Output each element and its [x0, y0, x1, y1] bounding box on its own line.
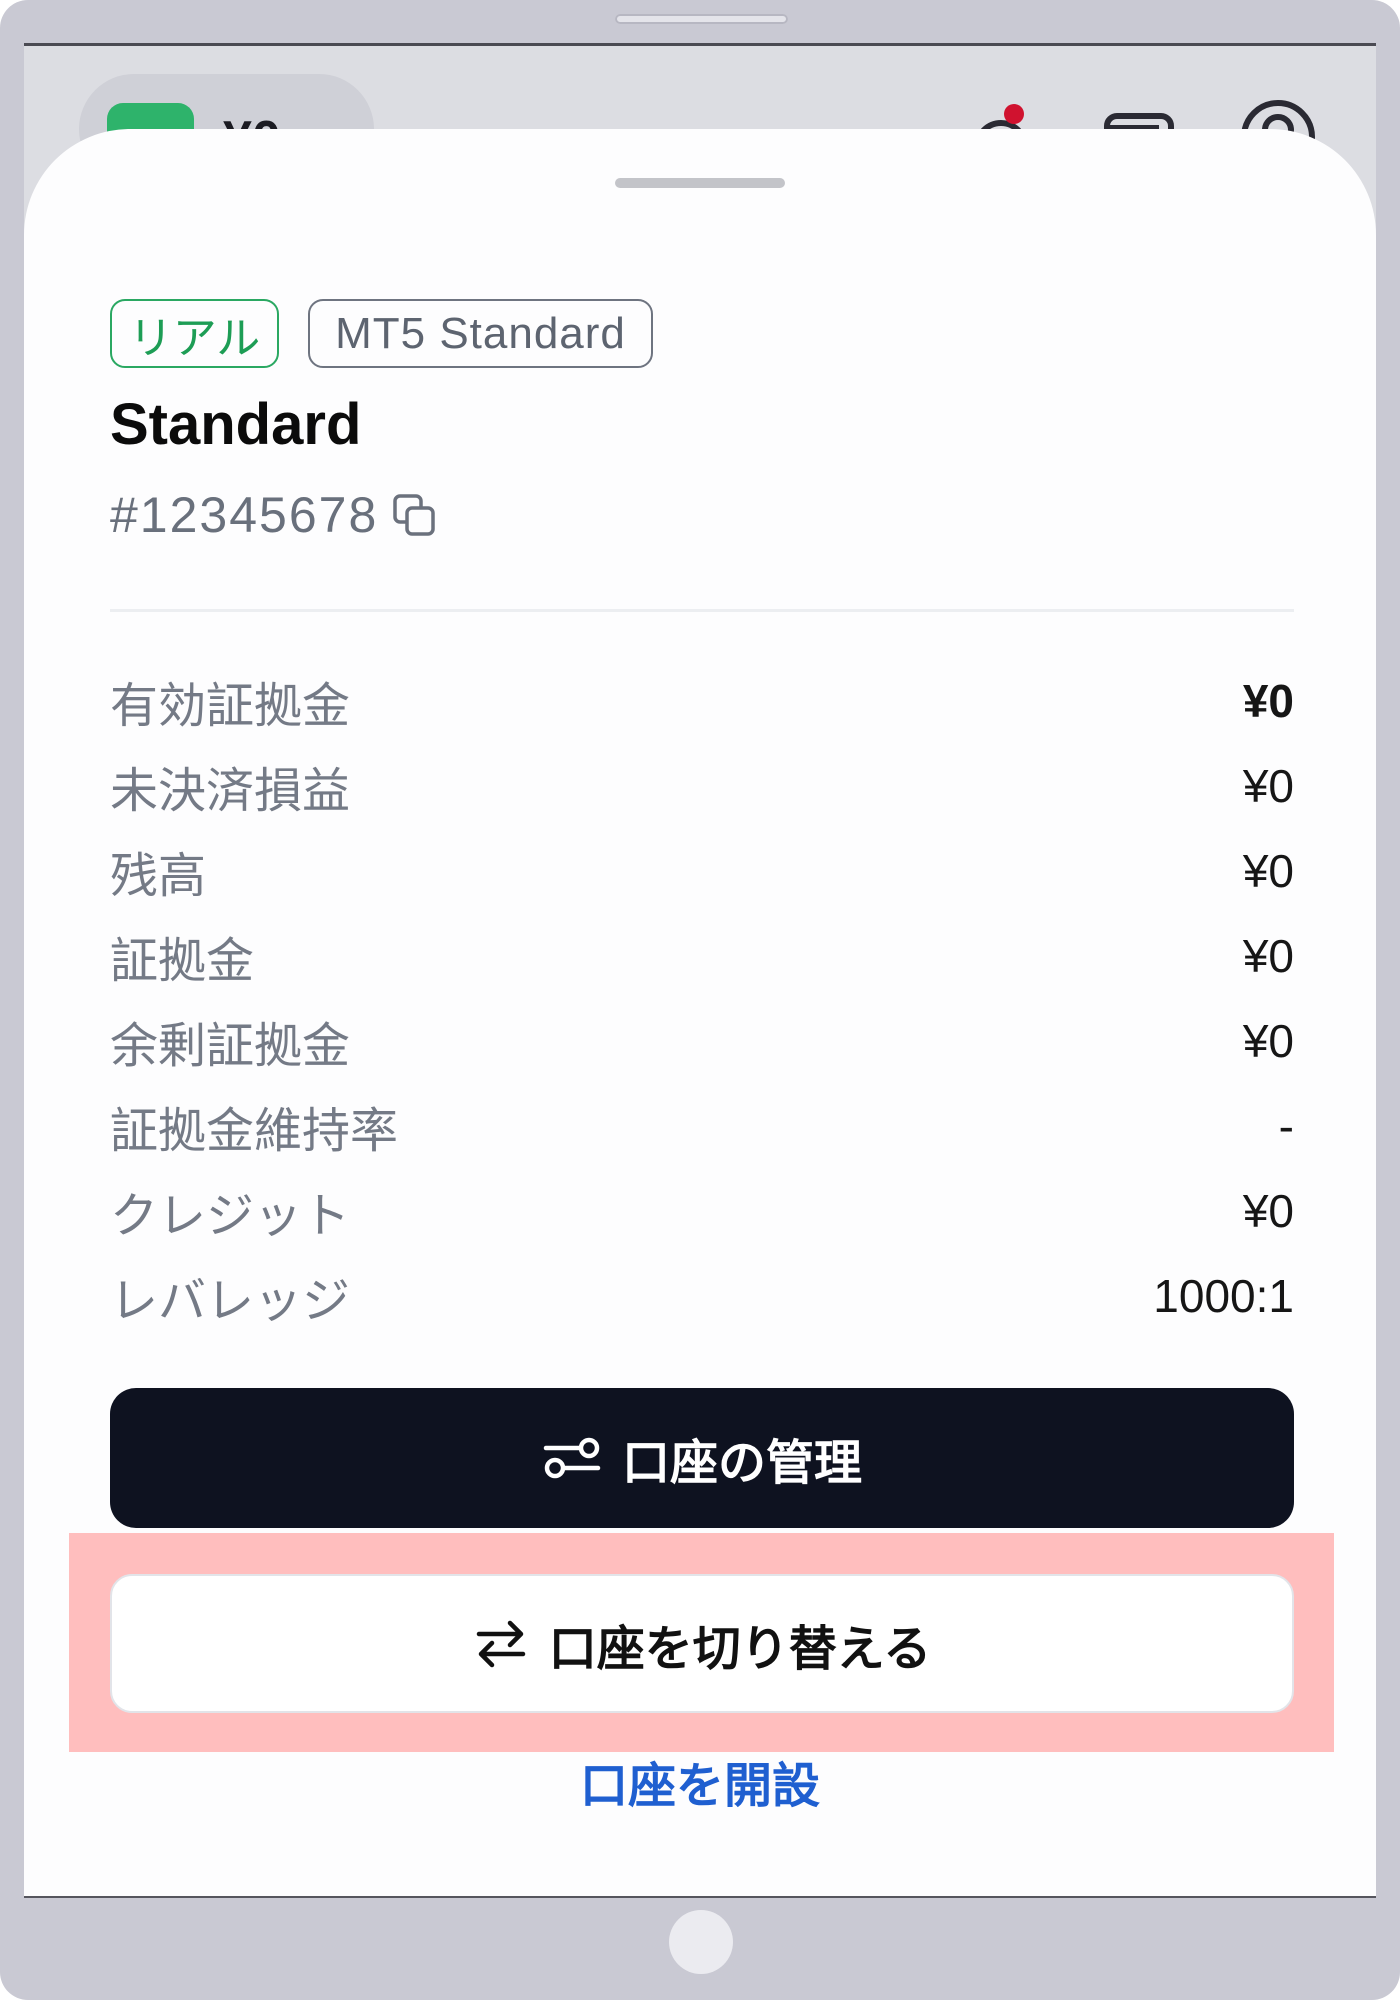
detail-label: 未決済損益 [110, 764, 351, 818]
sliders-icon [543, 1437, 601, 1479]
detail-label: レバレッジ [110, 1274, 351, 1328]
detail-value: ¥0 [1242, 674, 1294, 727]
detail-value: ¥0 [1242, 844, 1294, 897]
detail-value: ¥0 [1242, 759, 1294, 812]
switch-account-button[interactable]: 口座を切り替える [110, 1574, 1294, 1713]
detail-label: 有効証拠金 [110, 679, 351, 733]
sheet-drag-handle[interactable] [615, 178, 785, 188]
detail-row-credit: クレジット ¥0 [110, 1168, 1294, 1253]
account-details-list: 有効証拠金 ¥0 未決済損益 ¥0 残高 ¥0 証拠金 ¥0 余剰証拠金 ¥0 … [110, 658, 1294, 1338]
detail-row-balance: 残高 ¥0 [110, 828, 1294, 913]
platform-badge: MT5 Standard [308, 299, 653, 368]
account-bottom-sheet: リアル MT5 Standard Standard #12345678 有効証拠… [24, 129, 1376, 1896]
manage-account-label: 口座の管理 [621, 1437, 862, 1490]
device-frame: U ¥0 リアル MT5 Standard Standard [0, 0, 1400, 2000]
detail-row-free-margin: 余剰証拠金 ¥0 [110, 998, 1294, 1083]
detail-value: ¥0 [1242, 929, 1294, 982]
account-number: #12345678 [110, 487, 379, 543]
detail-label: 余剰証拠金 [110, 1019, 351, 1073]
screen: U ¥0 リアル MT5 Standard Standard [24, 43, 1376, 1898]
home-button[interactable] [669, 1910, 733, 1974]
divider [110, 609, 1294, 612]
detail-label: 証拠金維持率 [110, 1104, 399, 1158]
account-name: Standard [110, 392, 362, 457]
account-number-row: #12345678 [110, 485, 436, 545]
detail-label: 証拠金 [110, 934, 255, 988]
account-type-badge: リアル [110, 299, 279, 368]
detail-row-leverage: レバレッジ 1000:1 [110, 1253, 1294, 1338]
copy-icon[interactable] [392, 493, 436, 537]
switch-account-label: 口座を切り替える [548, 1622, 932, 1676]
detail-row-equity: 有効証拠金 ¥0 [110, 658, 1294, 743]
manage-account-button[interactable]: 口座の管理 [110, 1388, 1294, 1528]
detail-row-unrealized-pl: 未決済損益 ¥0 [110, 743, 1294, 828]
detail-value: ¥0 [1242, 1014, 1294, 1067]
detail-label: 残高 [110, 849, 207, 903]
swap-arrows-icon [476, 1620, 525, 1667]
detail-label: クレジット [110, 1189, 351, 1243]
open-account-link[interactable]: 口座を開設 [24, 1757, 1376, 1817]
detail-value: 1000:1 [1153, 1269, 1294, 1322]
notification-dot [1004, 104, 1024, 124]
detail-row-margin: 証拠金 ¥0 [110, 913, 1294, 998]
account-badges: リアル MT5 Standard [110, 299, 653, 368]
detail-value: - [1278, 1099, 1294, 1152]
device-speaker [615, 14, 788, 24]
detail-row-margin-level: 証拠金維持率 - [110, 1083, 1294, 1168]
detail-value: ¥0 [1242, 1184, 1294, 1237]
